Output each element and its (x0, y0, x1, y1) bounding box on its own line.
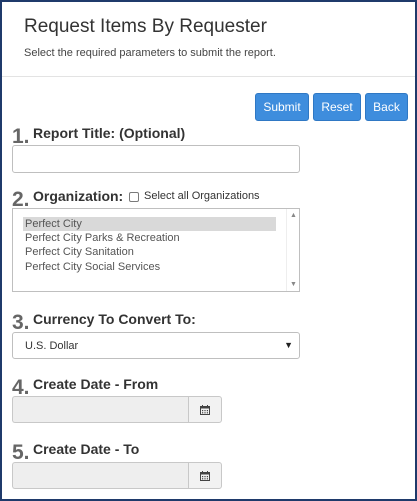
create-date-from-group (12, 396, 222, 423)
report-title-label: Report Title: (Optional) (33, 125, 186, 141)
organization-option[interactable]: Perfect City Parks & Recreation (23, 231, 180, 245)
report-title-input[interactable] (12, 145, 300, 173)
page-subtitle: Select the required parameters to submit… (24, 47, 276, 59)
step-number-3: 3. (12, 311, 30, 334)
currency-selected-value: U.S. Dollar (25, 340, 79, 352)
back-button[interactable]: Back (365, 93, 408, 121)
create-date-from-input[interactable] (12, 396, 188, 423)
report-panel: Request Items By Requester Select the re… (0, 0, 417, 501)
select-all-organizations-label[interactable]: Select all Organizations (144, 190, 260, 202)
create-date-to-label: Create Date - To (33, 441, 140, 457)
page-header: Request Items By Requester Select the re… (2, 2, 415, 77)
listbox-scrollbar[interactable]: ▲ ▼ (286, 209, 299, 291)
scroll-up-arrow-icon[interactable]: ▲ (290, 212, 297, 219)
dropdown-arrow-icon: ▼ (284, 340, 293, 350)
create-date-to-input[interactable] (12, 462, 188, 489)
step-number-4: 4. (12, 376, 30, 399)
create-date-to-group (12, 462, 222, 489)
reset-button[interactable]: Reset (313, 93, 361, 121)
organization-option[interactable]: Perfect City (23, 217, 276, 231)
select-all-organizations-checkbox[interactable] (129, 192, 139, 202)
organization-listbox[interactable]: Perfect City Perfect City Parks & Recrea… (12, 208, 300, 292)
scroll-down-arrow-icon[interactable]: ▼ (290, 281, 297, 288)
step-number-5: 5. (12, 441, 30, 464)
submit-button[interactable]: Submit (255, 93, 309, 121)
organization-option[interactable]: Perfect City Social Services (23, 260, 160, 274)
calendar-icon (200, 471, 210, 481)
organization-option[interactable]: Perfect City Sanitation (23, 245, 134, 259)
calendar-icon (200, 405, 210, 415)
step-number-2: 2. (12, 188, 30, 211)
step-number-1: 1. (12, 125, 30, 148)
create-date-to-calendar-button[interactable] (188, 462, 222, 489)
currency-label: Currency To Convert To: (33, 311, 196, 327)
organization-label: Organization: (33, 188, 124, 204)
currency-select[interactable]: U.S. Dollar ▼ (12, 332, 300, 359)
page-title: Request Items By Requester (24, 16, 267, 37)
create-date-from-label: Create Date - From (33, 376, 159, 392)
create-date-from-calendar-button[interactable] (188, 396, 222, 423)
